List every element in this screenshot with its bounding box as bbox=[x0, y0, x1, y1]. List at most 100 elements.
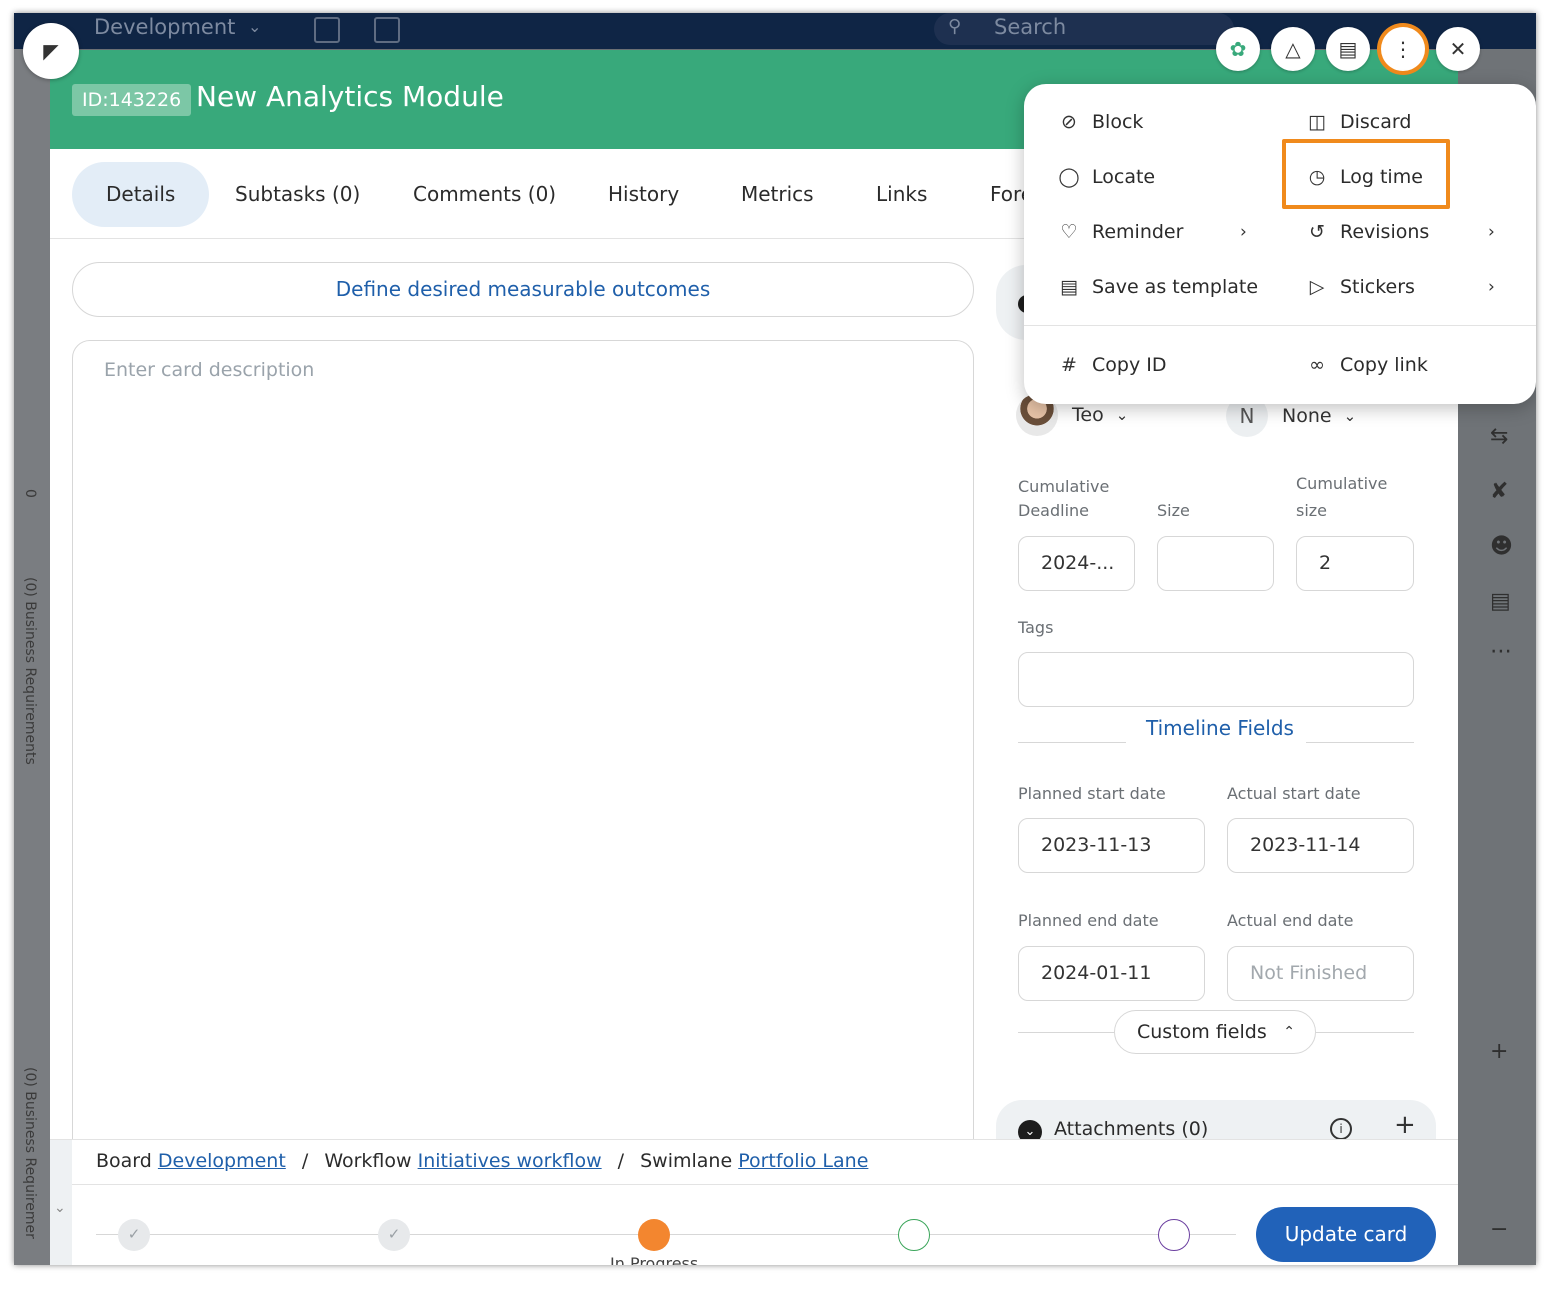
planned-start-field[interactable]: 2023-11-13 bbox=[1018, 818, 1205, 873]
more-options-button[interactable]: ⋮ bbox=[1381, 27, 1425, 71]
bell-icon: ♡ bbox=[1060, 221, 1078, 243]
zoom-in-icon[interactable]: + bbox=[1490, 1039, 1508, 1064]
table-view-icon[interactable] bbox=[314, 17, 340, 43]
layout-button[interactable]: ▤ bbox=[1326, 27, 1370, 71]
tab-links[interactable]: Links bbox=[842, 162, 961, 227]
divider bbox=[1018, 742, 1126, 743]
menu-item-locate[interactable]: ◯ Locate bbox=[1056, 157, 1155, 197]
board-label: Board bbox=[96, 1150, 152, 1172]
tab-subtasks[interactable]: Subtasks (0) bbox=[201, 162, 394, 227]
breadcrumb-separator: / bbox=[617, 1150, 625, 1172]
hash-icon: # bbox=[1061, 354, 1077, 376]
divider bbox=[1024, 325, 1536, 326]
workflow-step-next[interactable] bbox=[898, 1219, 930, 1251]
chevron-right-icon: › bbox=[1488, 222, 1495, 242]
menu-item-label: Reminder bbox=[1092, 221, 1184, 243]
breadcrumb: Board Development / Workflow Initiatives… bbox=[96, 1150, 868, 1172]
menu-item-revisions[interactable]: ↺ Revisions › bbox=[1304, 212, 1504, 252]
timeline-fields-title: Timeline Fields bbox=[1146, 716, 1294, 740]
more-options-menu: ⊘ Block ◫ Discard ◯ Locate ◷ Log time ♡ … bbox=[1024, 84, 1536, 404]
menu-item-block[interactable]: ⊘ Block bbox=[1056, 102, 1143, 142]
workflow-step-done[interactable]: ✓ bbox=[118, 1219, 150, 1251]
menu-item-copy-link[interactable]: ∞ Copy link bbox=[1304, 345, 1428, 385]
menu-item-label: Stickers bbox=[1340, 276, 1415, 298]
card-title[interactable]: New Analytics Module bbox=[196, 80, 504, 113]
define-outcomes-button[interactable]: Define desired measurable outcomes bbox=[72, 262, 974, 317]
tags-label: Tags bbox=[1018, 618, 1054, 637]
workflow-link[interactable]: Initiatives workflow bbox=[418, 1150, 602, 1172]
menu-item-label: Locate bbox=[1092, 166, 1156, 188]
tab-history[interactable]: History bbox=[574, 162, 713, 227]
chevron-right-icon: › bbox=[1488, 277, 1495, 297]
actual-start-label: Actual start date bbox=[1227, 784, 1361, 803]
analytics-icon[interactable] bbox=[374, 17, 400, 43]
size-label: Size bbox=[1157, 501, 1190, 520]
assignee-name: Teo bbox=[1072, 404, 1104, 426]
footer-side-strip: ⌄ bbox=[50, 1140, 72, 1265]
close-button[interactable]: ✕ bbox=[1436, 27, 1480, 71]
block-warning-button[interactable]: △ bbox=[1271, 27, 1315, 71]
divider bbox=[1306, 742, 1414, 743]
tab-metrics[interactable]: Metrics bbox=[707, 162, 848, 227]
close-icon: ✕ bbox=[1449, 37, 1467, 61]
card-description-editor[interactable]: Enter card description bbox=[72, 340, 974, 1160]
chevron-down-icon[interactable]: ⌄ bbox=[248, 17, 261, 36]
co-owner-value: None bbox=[1282, 405, 1332, 427]
more-icon[interactable]: ⋯ bbox=[1490, 639, 1512, 664]
history-icon: ↺ bbox=[1309, 221, 1325, 243]
menu-item-save-as-template[interactable]: ▤ Save as template bbox=[1056, 267, 1258, 307]
search-icon: ⚲ bbox=[948, 16, 962, 37]
deadline-label: Deadline bbox=[1018, 501, 1089, 520]
tags-field[interactable] bbox=[1018, 652, 1414, 707]
swimlane-label: Swimlane bbox=[640, 1150, 733, 1172]
template-icon: ▤ bbox=[1060, 276, 1078, 298]
kebab-menu-icon: ⋮ bbox=[1393, 37, 1413, 61]
locate-icon: ◯ bbox=[1058, 166, 1080, 188]
app-window: Development ⌄ ⚲ Search 0 (0) Business Re… bbox=[14, 13, 1536, 1265]
update-card-button[interactable]: Update card bbox=[1256, 1207, 1436, 1262]
actual-end-label: Actual end date bbox=[1227, 911, 1354, 930]
cumulative-size-label: Cumulative bbox=[1296, 474, 1388, 493]
menu-item-label: Discard bbox=[1340, 111, 1412, 133]
workflow-step-done[interactable]: ✓ bbox=[378, 1219, 410, 1251]
current-step-label: In Progress bbox=[610, 1254, 699, 1265]
color-palette-button[interactable]: ✿ bbox=[1216, 27, 1260, 71]
info-icon[interactable]: i bbox=[1330, 1118, 1352, 1140]
custom-fields-button[interactable]: Custom fields ⌃ bbox=[1114, 1010, 1316, 1054]
link-icon: ∞ bbox=[1309, 354, 1325, 376]
swap-icon[interactable]: ⇆ bbox=[1490, 424, 1508, 449]
search-input[interactable]: ⚲ Search bbox=[934, 13, 1234, 45]
actual-start-field[interactable]: 2023-11-14 bbox=[1227, 818, 1414, 873]
add-user-icon[interactable]: ☻ bbox=[1490, 534, 1513, 559]
size-field[interactable] bbox=[1157, 536, 1274, 591]
menu-item-label: Revisions bbox=[1340, 221, 1430, 243]
swimlane-link[interactable]: Portfolio Lane bbox=[738, 1150, 868, 1172]
tab-details[interactable]: Details bbox=[72, 162, 210, 227]
tools-icon[interactable]: ✘ bbox=[1490, 479, 1508, 504]
add-attachment-icon[interactable]: + bbox=[1394, 1110, 1416, 1140]
log-time-highlight bbox=[1282, 139, 1450, 209]
tab-comments[interactable]: Comments (0) bbox=[379, 162, 590, 227]
chevron-down-icon[interactable]: ⌄ bbox=[54, 1200, 66, 1216]
planned-end-label: Planned end date bbox=[1018, 911, 1159, 930]
layout-icon: ▤ bbox=[1338, 37, 1358, 61]
menu-item-stickers[interactable]: ▷ Stickers › bbox=[1304, 267, 1504, 307]
board-selector[interactable]: Development bbox=[94, 15, 235, 39]
menu-item-copy-id[interactable]: # Copy ID bbox=[1056, 345, 1166, 385]
sticker-fab-button[interactable]: ◤ bbox=[23, 23, 79, 79]
actual-end-field[interactable]: Not Finished bbox=[1227, 946, 1414, 1001]
board-link[interactable]: Development bbox=[158, 1150, 286, 1172]
chevron-down-icon: ⌄ bbox=[1115, 406, 1129, 424]
palette-icon: ✿ bbox=[1229, 37, 1247, 61]
document-icon[interactable]: ▤ bbox=[1490, 589, 1511, 614]
deadline-field[interactable]: 2024-... bbox=[1018, 536, 1135, 591]
column-count: 0 bbox=[22, 489, 38, 498]
card-id-badge[interactable]: ID:143226 bbox=[72, 84, 192, 116]
planned-end-field[interactable]: 2024-01-11 bbox=[1018, 946, 1205, 1001]
workflow-step-last[interactable] bbox=[1158, 1219, 1190, 1251]
menu-item-discard[interactable]: ◫ Discard bbox=[1304, 102, 1411, 142]
zoom-out-icon[interactable]: − bbox=[1490, 1217, 1508, 1242]
menu-item-reminder[interactable]: ♡ Reminder › bbox=[1056, 212, 1256, 252]
chevron-right-icon: › bbox=[1240, 222, 1247, 242]
workflow-step-current[interactable] bbox=[638, 1219, 670, 1251]
